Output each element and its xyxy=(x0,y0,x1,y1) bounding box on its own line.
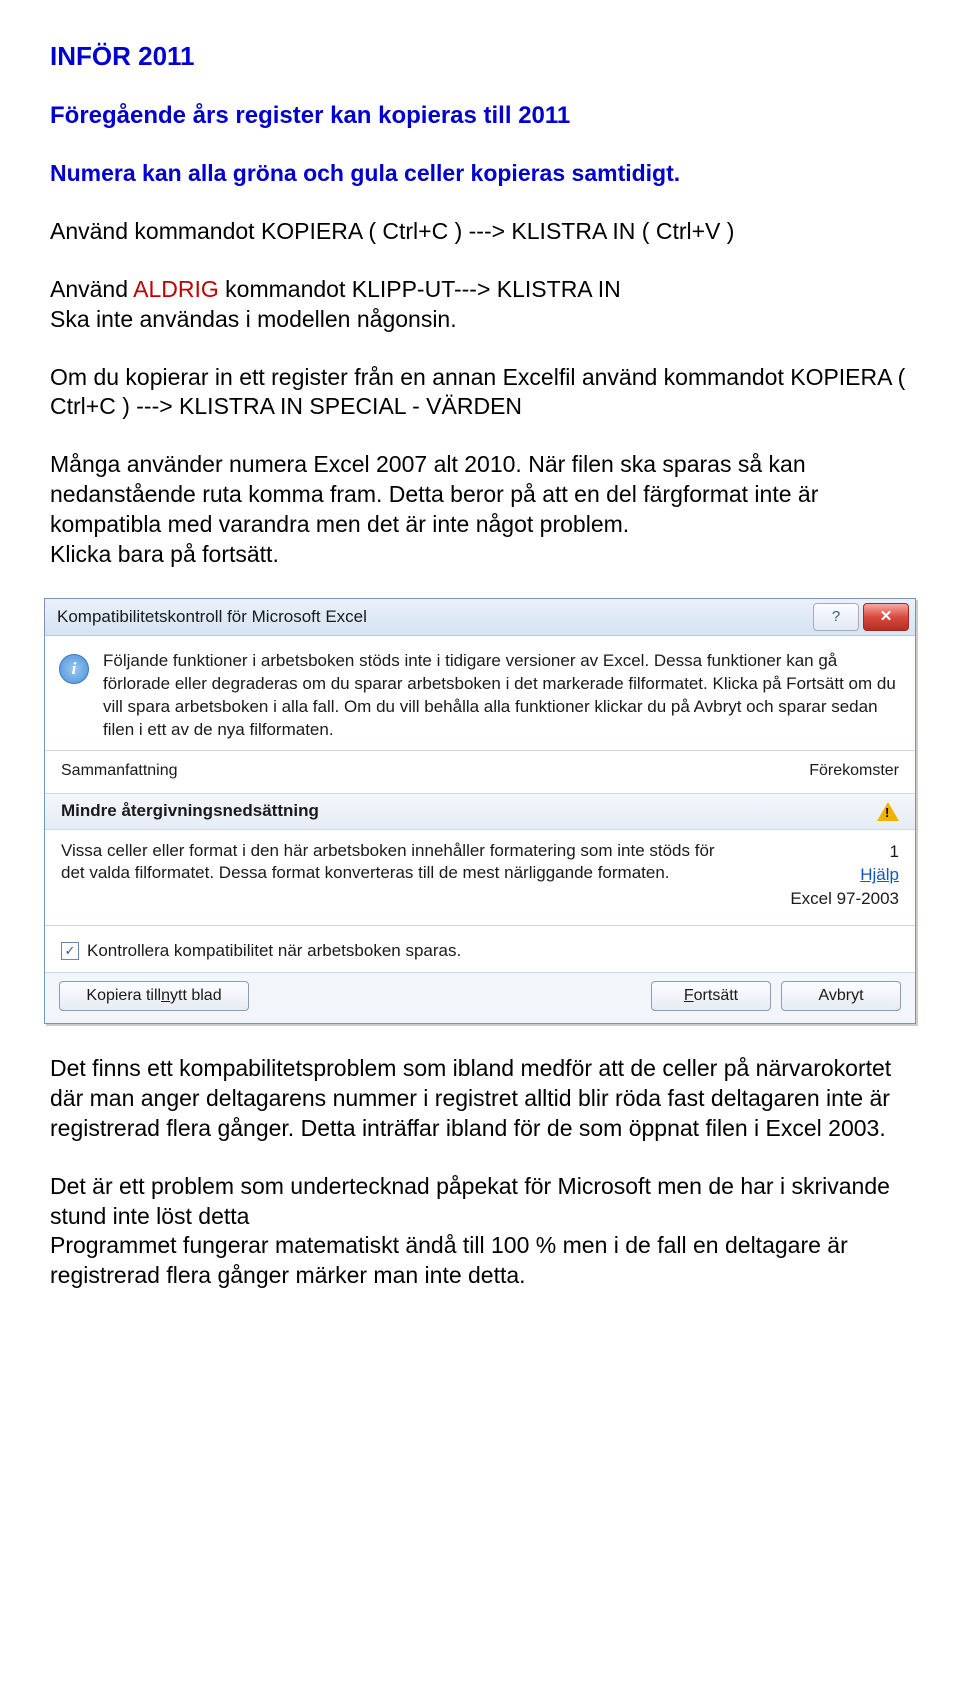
paste-special-note: Om du kopierar in ett register från en a… xyxy=(50,363,910,423)
click-continue-note: Klicka bara på fortsätt. xyxy=(50,540,910,570)
subheader-text: Mindre återgivningsnedsättning xyxy=(61,800,319,822)
text: Kopiera till xyxy=(86,986,161,1007)
text: n xyxy=(161,986,170,1007)
help-link[interactable]: Hjälp xyxy=(749,863,899,887)
close-button[interactable]: ✕ xyxy=(863,603,909,631)
text: Använd xyxy=(50,276,133,302)
excel-version-note: Många använder numera Excel 2007 alt 201… xyxy=(50,450,910,540)
copy-to-new-sheet-button[interactable]: Kopiera till nytt blad xyxy=(59,981,249,1011)
page-title: INFÖR 2011 xyxy=(50,40,910,74)
continue-button[interactable]: Fortsätt xyxy=(651,981,771,1011)
minor-rendering-loss-header: Mindre återgivningsnedsättning xyxy=(45,793,915,829)
command-never-note: Ska inte användas i modellen någonsin. xyxy=(50,305,910,335)
dialog-title: Kompatibilitetskontroll för Microsoft Ex… xyxy=(57,606,367,628)
command-never-cut: Använd ALDRIG kommandot KLIPP-UT---> KLI… xyxy=(50,275,910,305)
text: kommandot KLIPP-UT---> KLISTRA IN xyxy=(219,276,621,302)
detail-version: Excel 97-2003 xyxy=(749,887,899,911)
after-note-2b: Programmet fungerar matematiskt ändå til… xyxy=(50,1231,910,1291)
intro-line-2: Numera kan alla gröna och gula celler ko… xyxy=(50,159,910,189)
warning-icon xyxy=(877,800,899,822)
dialog-titlebar: Kompatibilitetskontroll för Microsoft Ex… xyxy=(45,599,915,636)
compat-dialog-screenshot: Kompatibilitetskontroll för Microsoft Ex… xyxy=(44,598,916,1024)
intro-line-1: Föregående års register kan kopieras til… xyxy=(50,100,910,131)
occurrences-label: Förekomster xyxy=(809,761,899,782)
help-button[interactable]: ? xyxy=(813,603,859,631)
after-note-2a: Det är ett problem som undertecknad påpe… xyxy=(50,1172,910,1232)
compat-checkbox-label: Kontrollera kompatibilitet när arbetsbok… xyxy=(87,940,461,962)
summary-label: Sammanfattning xyxy=(61,761,178,782)
text: F xyxy=(684,986,694,1007)
never-word: ALDRIG xyxy=(133,276,219,302)
cancel-button[interactable]: Avbryt xyxy=(781,981,901,1011)
compat-checkbox[interactable]: ✓ xyxy=(61,942,79,960)
info-icon: i xyxy=(59,654,89,684)
text: ytt blad xyxy=(170,986,222,1007)
compat-dialog: Kompatibilitetskontroll för Microsoft Ex… xyxy=(44,598,916,1024)
text: ortsätt xyxy=(694,986,738,1007)
dialog-body-text: Följande funktioner i arbetsboken stöds … xyxy=(103,650,899,742)
detail-count: 1 xyxy=(749,840,899,864)
detail-description: Vissa celler eller format i den här arbe… xyxy=(61,840,719,911)
command-copy-paste: Använd kommandot KOPIERA ( Ctrl+C ) --->… xyxy=(50,217,910,247)
after-note-1: Det finns ett kompabilitetsproblem som i… xyxy=(50,1054,910,1144)
